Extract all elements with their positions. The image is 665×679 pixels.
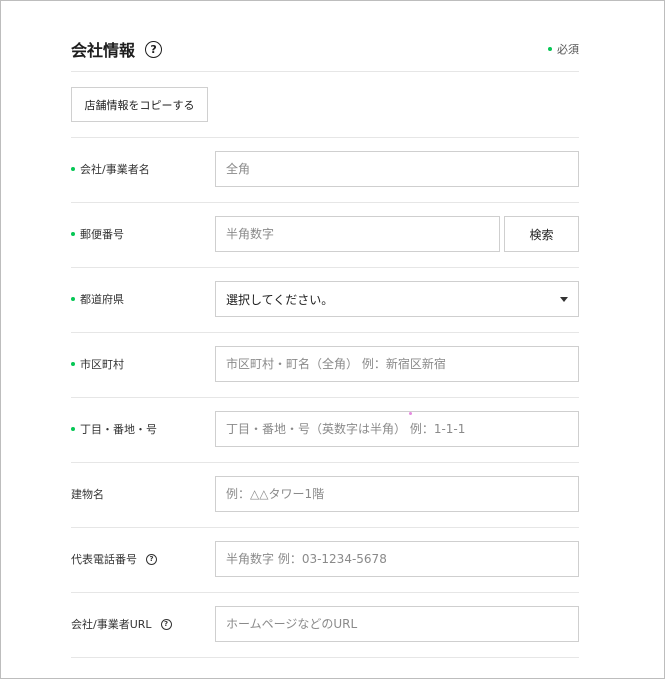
required-dot-icon — [71, 297, 75, 301]
postal-search-button[interactable]: 検索 — [504, 216, 579, 252]
required-dot-icon — [548, 47, 552, 51]
phone-label: 代表電話番号 — [71, 553, 137, 566]
city-label: 市区町村 — [80, 358, 124, 371]
postal-code-input[interactable] — [215, 216, 500, 252]
url-row: 会社/事業者URL ? — [71, 593, 579, 658]
required-dot-icon — [71, 362, 75, 366]
company-name-label: 会社/事業者名 — [80, 163, 150, 176]
url-input[interactable] — [215, 606, 579, 642]
postal-code-row: 郵便番号 検索 — [71, 203, 579, 268]
building-label: 建物名 — [71, 488, 104, 501]
required-legend: 必須 — [548, 41, 579, 57]
street-row: 丁目・番地・号 — [71, 398, 579, 463]
company-info-panel: 会社情報 ? 必須 店舗情報をコピーする 会社/事業者名 郵便番号 — [71, 27, 579, 658]
required-dot-icon — [71, 167, 75, 171]
prefecture-label: 都道府県 — [80, 293, 124, 306]
city-input[interactable] — [215, 346, 579, 382]
help-icon[interactable]: ? — [160, 618, 172, 630]
copy-store-info-button[interactable]: 店舗情報をコピーする — [71, 87, 208, 122]
required-dot-icon — [71, 232, 75, 236]
building-input[interactable] — [215, 476, 579, 512]
phone-input[interactable] — [215, 541, 579, 577]
section-header: 会社情報 ? 必須 — [71, 27, 579, 72]
required-legend-text: 必須 — [557, 43, 579, 56]
prefecture-select[interactable]: 選択してください。 — [215, 281, 579, 317]
street-label: 丁目・番地・号 — [80, 423, 157, 436]
prefecture-selected-value: 選択してください。 — [226, 292, 334, 307]
copy-row: 店舗情報をコピーする — [71, 72, 579, 138]
section-title: 会社情報 — [71, 41, 136, 60]
company-name-row: 会社/事業者名 — [71, 138, 579, 203]
help-icon[interactable]: ? — [145, 40, 163, 58]
street-input[interactable] — [215, 411, 579, 447]
phone-row: 代表電話番号 ? — [71, 528, 579, 593]
caret-down-icon — [560, 296, 568, 302]
prefecture-row: 都道府県 選択してください。 — [71, 268, 579, 333]
city-row: 市区町村 — [71, 333, 579, 398]
url-label: 会社/事業者URL — [71, 618, 152, 631]
cursor-marker — [409, 412, 412, 415]
company-name-input[interactable] — [215, 151, 579, 187]
building-row: 建物名 — [71, 463, 579, 528]
postal-code-label: 郵便番号 — [80, 228, 124, 241]
window-frame: 会社情報 ? 必須 店舗情報をコピーする 会社/事業者名 郵便番号 — [0, 0, 665, 679]
required-dot-icon — [71, 427, 75, 431]
help-icon[interactable]: ? — [146, 553, 157, 565]
